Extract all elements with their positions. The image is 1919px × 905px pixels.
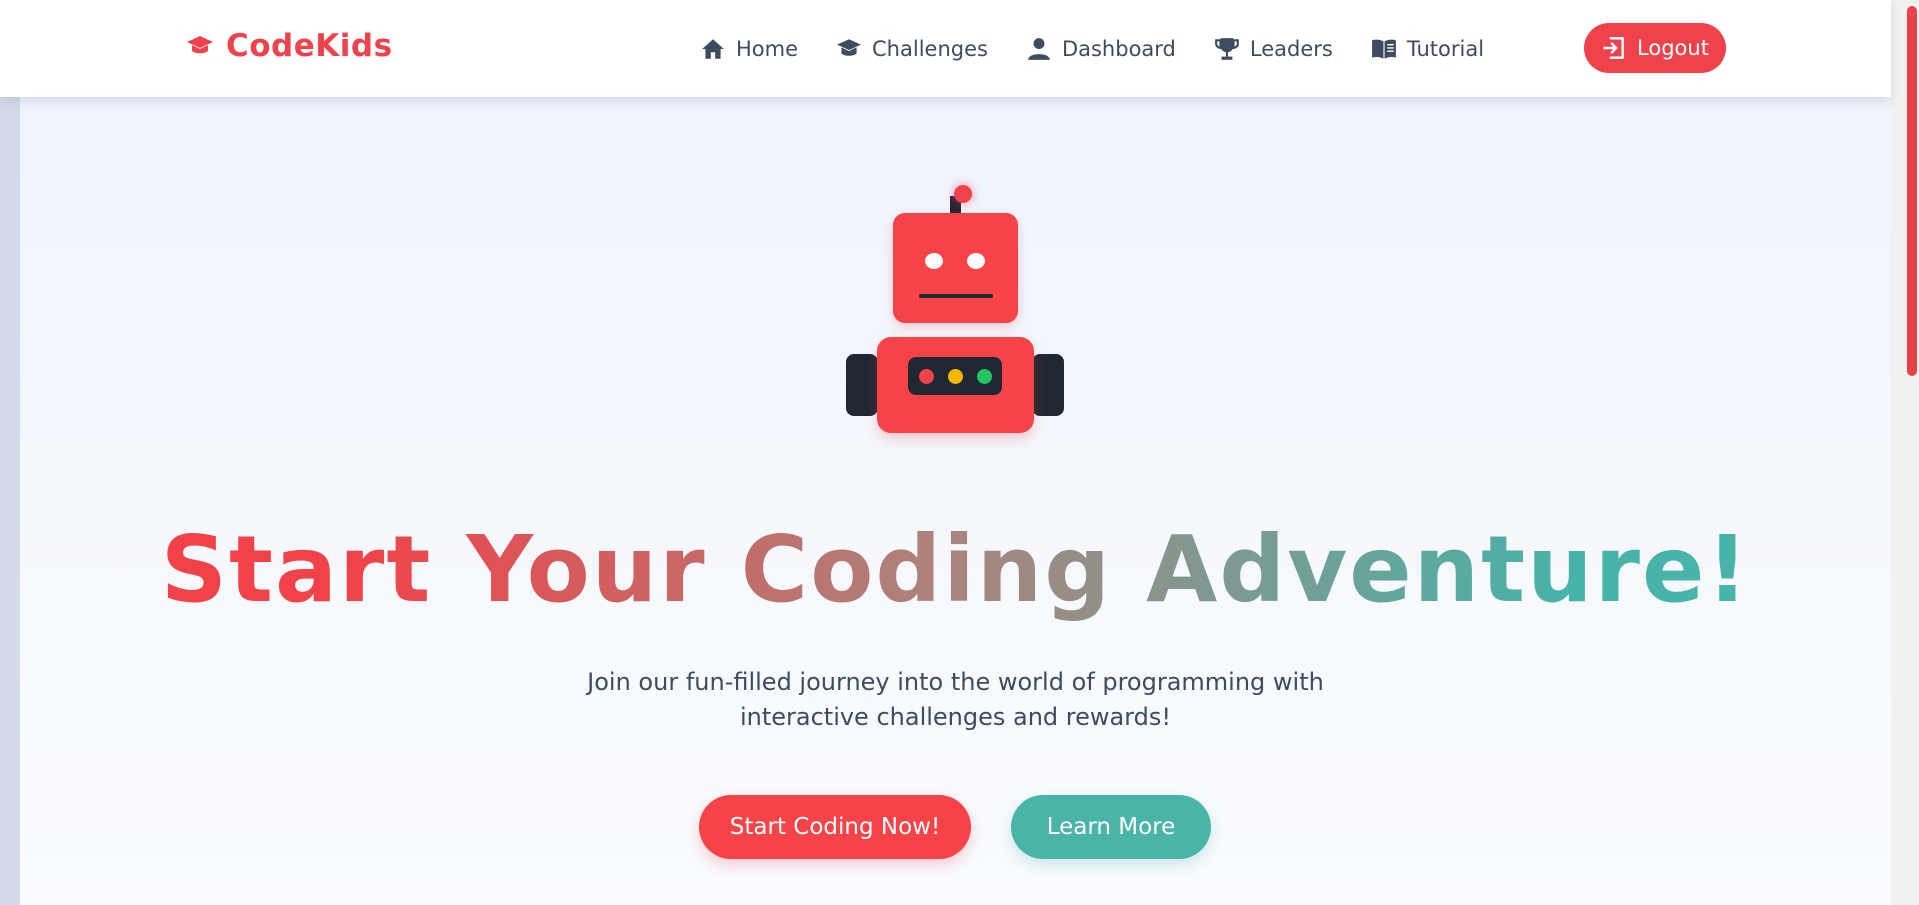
- home-icon: [702, 39, 724, 59]
- start-coding-button[interactable]: Start Coding Now!: [699, 795, 971, 859]
- top-navbar: CodeKids Home Challenges Dashboard Leade…: [0, 0, 1891, 97]
- book-icon: [1371, 39, 1396, 59]
- graduation-cap-icon: [187, 36, 213, 54]
- nav-item-dashboard[interactable]: Dashboard: [1026, 24, 1176, 74]
- logout-label: Logout: [1637, 36, 1709, 60]
- robot-light-red: [918, 368, 934, 384]
- sign-out-icon: [1603, 37, 1624, 59]
- scrollbar[interactable]: [1891, 0, 1919, 905]
- nav-item-label: Challenges: [872, 37, 988, 61]
- logout-button[interactable]: Logout: [1584, 23, 1726, 73]
- nav-item-label: Dashboard: [1061, 37, 1176, 61]
- hero-title: Start Your Coding Adventure!: [0, 515, 1911, 625]
- robot-antenna-light: [954, 185, 972, 203]
- robot-eye-left: [925, 253, 943, 269]
- user-icon: [1028, 38, 1050, 60]
- robot-head: [893, 213, 1018, 323]
- nav-item-label: Leaders: [1249, 37, 1333, 61]
- nav-item-label: Home: [736, 37, 799, 61]
- learn-more-button[interactable]: Learn More: [1011, 795, 1211, 859]
- nav-item-tutorial[interactable]: Tutorial: [1371, 24, 1484, 74]
- robot-body: [877, 337, 1034, 433]
- scrollbar-thumb[interactable]: [1907, 6, 1917, 376]
- page-background: [20, 0, 1891, 905]
- robot-light-green: [976, 368, 992, 384]
- robot-arm-left: [846, 354, 878, 416]
- robot-control-panel: [908, 357, 1002, 395]
- nav-menu: Home Challenges Dashboard Leaders Tutori…: [700, 24, 1522, 74]
- nav-item-label: Tutorial: [1406, 37, 1485, 61]
- hero-subtitle: Join our fun-filled journey into the wor…: [587, 668, 1324, 731]
- brand-name: CodeKids: [226, 28, 393, 64]
- robot-eye-right: [967, 253, 985, 269]
- robot-mouth: [919, 294, 993, 298]
- trophy-icon: [1214, 38, 1239, 60]
- nav-item-challenges[interactable]: Challenges: [836, 24, 988, 74]
- nav-item-leaders[interactable]: Leaders: [1214, 24, 1333, 74]
- robot-arm-right: [1032, 354, 1064, 416]
- brand-logo[interactable]: CodeKids: [186, 28, 393, 64]
- robot-illustration: [846, 184, 1064, 434]
- robot-light-yellow: [947, 368, 963, 384]
- graduation-cap-icon: [837, 39, 861, 56]
- nav-item-home[interactable]: Home: [700, 24, 798, 74]
